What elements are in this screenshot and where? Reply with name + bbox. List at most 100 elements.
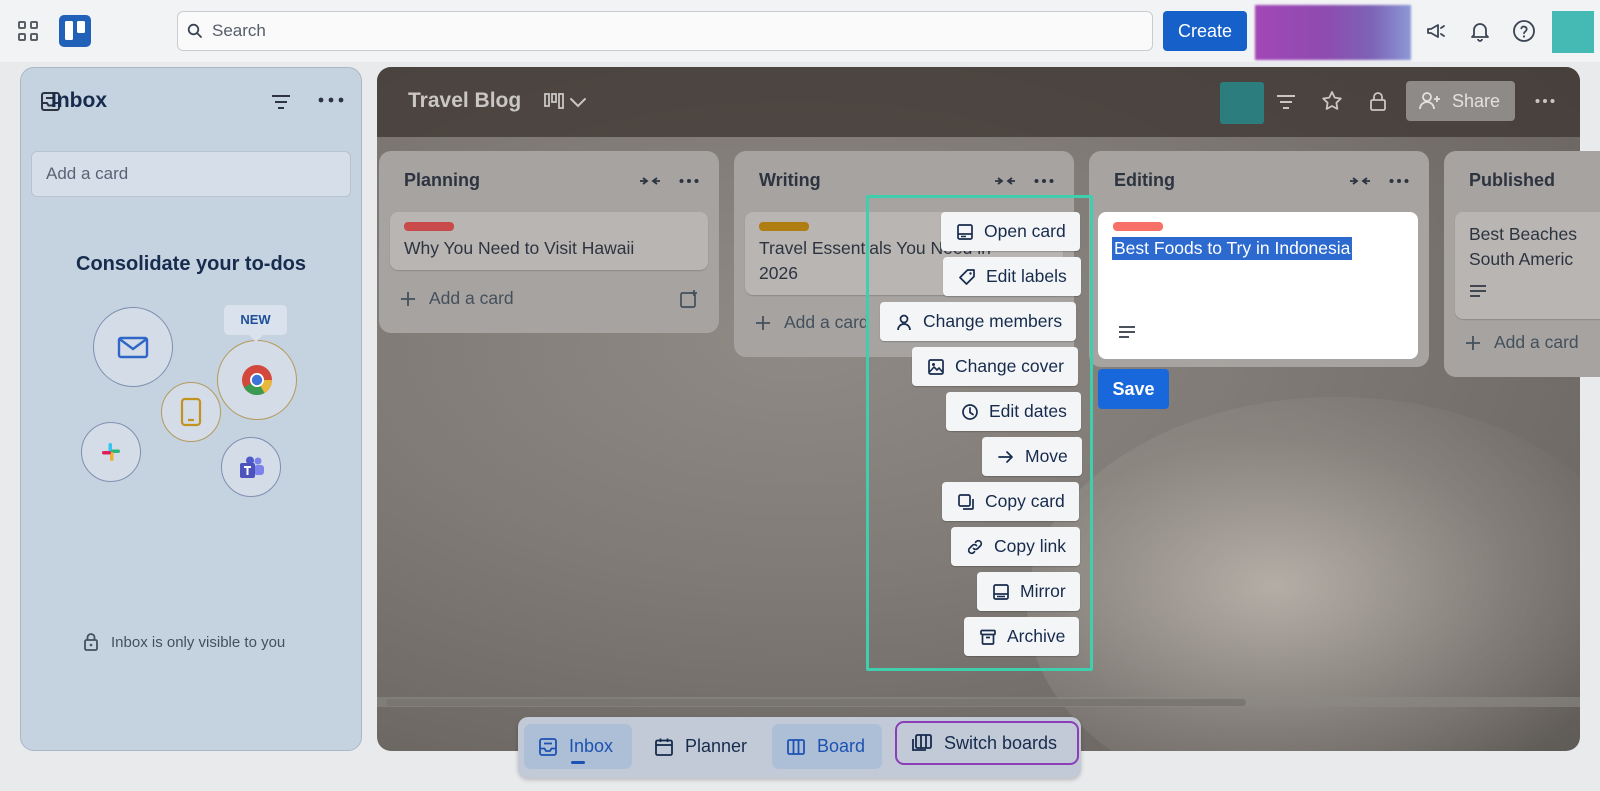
search-icon <box>187 23 202 38</box>
copy-link-label: Copy link <box>994 536 1066 556</box>
change-members-label: Change members <box>923 311 1063 331</box>
nav-board-label: Board <box>817 736 866 756</box>
app-switcher-icon[interactable] <box>18 21 38 41</box>
list-title[interactable]: Planning <box>404 170 480 191</box>
change-members-button[interactable]: Change members <box>880 302 1077 341</box>
inbox-visibility-note: Inbox is only visible to you <box>111 634 286 651</box>
card-icon <box>957 223 973 240</box>
description-icon <box>1470 285 1486 297</box>
card-label <box>759 222 809 231</box>
image-icon <box>928 358 944 375</box>
editing-card[interactable] <box>1098 212 1418 359</box>
plus-icon <box>1466 336 1480 350</box>
link-icon <box>967 539 983 554</box>
clock-icon <box>962 403 978 420</box>
search-input[interactable] <box>212 12 1112 50</box>
inbox-icon <box>539 737 557 756</box>
inbox-title: Inbox <box>51 89 107 112</box>
search-bar[interactable] <box>177 11 1153 51</box>
description-icon <box>1119 326 1135 338</box>
card-title-line1: Best Beaches <box>1469 224 1577 244</box>
save-button[interactable]: Save <box>1098 369 1169 409</box>
board-icon <box>787 738 805 755</box>
create-button[interactable]: Create <box>1163 11 1247 51</box>
open-card-label: Open card <box>984 221 1066 241</box>
card-best-beaches[interactable]: Best Beaches South Americ <box>1455 212 1600 319</box>
list-planning: Planning Why You Need to Visit Hawaii Ad… <box>379 151 719 333</box>
slack-icon <box>102 443 120 461</box>
megaphone-icon[interactable] <box>1424 19 1448 43</box>
filter-icon[interactable] <box>270 92 292 112</box>
move-button[interactable]: Move <box>982 437 1082 476</box>
collapse-list-icon[interactable] <box>993 171 1017 191</box>
add-card-button[interactable]: Add a card <box>1494 332 1579 353</box>
card-title-editor[interactable]: Best Foods to Try in Indonesia <box>1112 237 1353 260</box>
edit-dates-button[interactable]: Edit dates <box>946 392 1081 431</box>
add-person-icon <box>1419 92 1440 110</box>
plus-icon <box>401 292 415 306</box>
archive-button[interactable]: Archive <box>964 617 1080 656</box>
change-cover-button[interactable]: Change cover <box>912 347 1078 386</box>
change-cover-label: Change cover <box>955 356 1064 376</box>
blurred-profile-area <box>1255 5 1411 60</box>
star-icon[interactable] <box>1320 89 1344 113</box>
open-card-button[interactable]: Open card <box>941 212 1080 251</box>
board-views-icon[interactable] <box>542 90 566 114</box>
collapse-list-icon[interactable] <box>1348 171 1372 191</box>
bell-icon[interactable] <box>1468 19 1492 43</box>
list-title[interactable]: Editing <box>1114 170 1175 191</box>
card-title-line2: 2026 <box>759 263 798 283</box>
lock-icon <box>84 633 98 651</box>
board-title[interactable]: Travel Blog <box>408 89 521 113</box>
edit-labels-label: Edit labels <box>986 266 1067 286</box>
copy-card-label: Copy card <box>985 491 1065 511</box>
mirror-label: Mirror <box>1020 581 1066 601</box>
inbox-add-card-input[interactable] <box>31 151 351 197</box>
collapse-list-icon[interactable] <box>638 171 662 191</box>
list-more-icon[interactable] <box>679 178 699 184</box>
card-title: Why You Need to Visit Hawaii <box>404 238 635 258</box>
nav-board[interactable]: Board <box>772 724 882 769</box>
calendar-icon <box>655 738 673 756</box>
mirror-button[interactable]: Mirror <box>977 572 1080 611</box>
nav-planner[interactable]: Planner <box>640 724 762 769</box>
nav-planner-label: Planner <box>685 736 748 756</box>
card-label <box>1113 222 1163 231</box>
mail-icon <box>117 336 149 359</box>
plus-icon <box>756 316 770 330</box>
edit-dates-label: Edit dates <box>989 401 1067 421</box>
nav-inbox-indicator <box>571 761 585 764</box>
person-icon <box>897 314 911 330</box>
new-badge: NEW <box>224 305 287 342</box>
inbox-more-icon[interactable] <box>318 96 344 104</box>
create-from-template-icon[interactable] <box>679 289 699 309</box>
help-icon[interactable] <box>1512 19 1536 43</box>
add-card-button[interactable]: Add a card <box>429 288 514 309</box>
list-more-icon[interactable] <box>1034 178 1054 184</box>
board-filter-icon[interactable] <box>1274 90 1298 114</box>
mirror-icon <box>993 583 1009 600</box>
copy-icon <box>958 493 974 510</box>
archive-label: Archive <box>1007 626 1066 646</box>
add-card-button[interactable]: Add a card <box>784 312 869 333</box>
member-avatar[interactable] <box>1220 82 1264 124</box>
card-why-hawaii[interactable]: Why You Need to Visit Hawaii <box>390 212 708 270</box>
scrollbar-thumb[interactable] <box>386 699 1246 706</box>
edit-labels-button[interactable]: Edit labels <box>943 257 1081 296</box>
teams-icon <box>240 456 264 478</box>
copy-link-button[interactable]: Copy link <box>951 527 1080 566</box>
account-avatar[interactable] <box>1552 11 1594 53</box>
tag-icon <box>959 268 975 285</box>
board-more-icon[interactable] <box>1535 98 1555 104</box>
archive-icon <box>980 629 996 645</box>
chevron-down-icon[interactable] <box>566 90 590 114</box>
trello-logo[interactable] <box>59 15 91 47</box>
visibility-lock-icon[interactable] <box>1366 89 1390 113</box>
phone-icon <box>180 397 202 427</box>
list-title[interactable]: Published <box>1469 170 1555 191</box>
list-title[interactable]: Writing <box>759 170 821 191</box>
copy-card-button[interactable]: Copy card <box>942 482 1079 521</box>
arrow-right-icon <box>998 450 1013 463</box>
card-label <box>404 222 454 231</box>
list-more-icon[interactable] <box>1389 178 1409 184</box>
